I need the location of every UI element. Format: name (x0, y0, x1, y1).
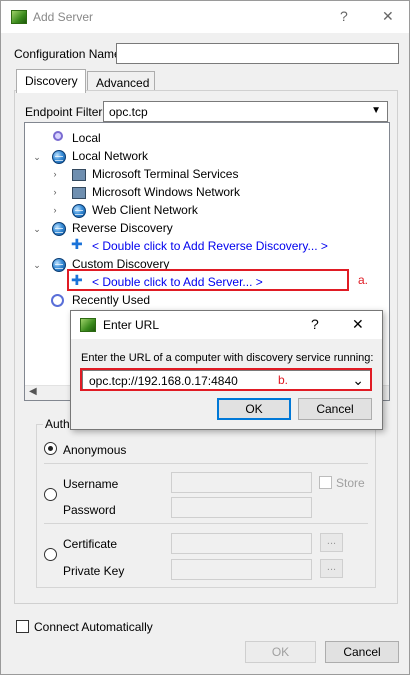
search-icon (53, 131, 63, 141)
tree-item-ms-terminal[interactable]: Microsoft Terminal Services (92, 167, 238, 185)
tab-discovery[interactable]: Discovery (16, 69, 86, 93)
store-checkbox[interactable] (319, 476, 332, 489)
username-radio[interactable] (44, 488, 57, 501)
expand-icon[interactable]: › (50, 205, 60, 215)
tree-item-web-client[interactable]: Web Client Network (92, 203, 198, 221)
title-bar: Add Server ? ✕ (1, 1, 409, 33)
computer-icon (72, 187, 86, 199)
app-icon (80, 318, 96, 332)
connect-automatically-label: Connect Automatically (34, 620, 153, 634)
enter-url-ok-button[interactable]: OK (217, 398, 291, 420)
window-title: Add Server (33, 10, 94, 24)
globe-icon (52, 150, 66, 164)
username-input[interactable] (171, 472, 312, 493)
enter-url-title-bar: Enter URL ? ✕ (71, 311, 382, 339)
cancel-button[interactable]: Cancel (325, 641, 399, 663)
close-button[interactable]: ✕ (382, 8, 394, 25)
annotation-box-a (67, 269, 349, 291)
config-name-input[interactable] (116, 43, 399, 64)
private-key-input[interactable] (171, 559, 312, 580)
collapse-icon[interactable]: ⌄ (32, 260, 42, 271)
enter-url-cancel-button[interactable]: Cancel (298, 398, 372, 420)
collapse-icon[interactable]: ⌄ (32, 152, 42, 163)
globe-icon (72, 204, 86, 218)
collapse-icon[interactable]: ⌄ (32, 224, 42, 235)
config-name-label: Configuration Name (14, 47, 121, 61)
connect-automatically-checkbox[interactable] (16, 620, 29, 633)
scroll-left-icon[interactable]: ◀ (29, 386, 37, 397)
certificate-input[interactable] (171, 533, 312, 554)
globe-icon (52, 222, 66, 236)
private-key-label: Private Key (63, 564, 125, 578)
app-icon (11, 10, 27, 24)
ok-button[interactable]: OK (245, 641, 316, 663)
endpoint-filter-label: Endpoint Filter: (25, 105, 106, 119)
annotation-box-b (80, 368, 372, 391)
store-label: Store (336, 476, 365, 490)
tree-item-local[interactable]: Local (72, 131, 101, 149)
anonymous-label: Anonymous (63, 443, 127, 457)
username-label: Username (63, 477, 119, 491)
annotation-label-a: a. (358, 273, 369, 287)
tree-item-add-reverse[interactable]: < Double click to Add Reverse Discovery.… (92, 239, 328, 257)
anonymous-radio[interactable] (44, 442, 57, 455)
expand-icon[interactable]: › (50, 187, 60, 197)
clock-icon (51, 294, 64, 307)
divider (44, 523, 368, 524)
tree-item-ms-windows[interactable]: Microsoft Windows Network (92, 185, 240, 203)
tree-item-local-network[interactable]: Local Network (72, 149, 148, 167)
expand-icon[interactable]: › (50, 169, 60, 179)
tree-item-reverse-discovery[interactable]: Reverse Discovery (72, 221, 173, 239)
password-input[interactable] (171, 497, 312, 518)
certificate-label: Certificate (63, 537, 118, 551)
tree-item-recently-used[interactable]: Recently Used (72, 293, 150, 311)
globe-icon (52, 258, 66, 272)
enter-url-title: Enter URL (103, 318, 160, 332)
password-label: Password (63, 503, 116, 517)
dropdown-arrow-icon: ▼ (371, 105, 381, 116)
certificate-browse-button[interactable]: ... (320, 533, 343, 552)
endpoint-filter-value: opc.tcp (109, 105, 148, 119)
enter-url-prompt: Enter the URL of a computer with discove… (81, 352, 374, 364)
help-button[interactable]: ? (340, 8, 348, 24)
endpoint-filter-select[interactable]: opc.tcp ▼ (103, 101, 388, 122)
annotation-label-b: b. (278, 373, 289, 387)
enter-url-close-button[interactable]: ✕ (352, 316, 364, 333)
certificate-radio[interactable] (44, 548, 57, 561)
enter-url-help-button[interactable]: ? (311, 316, 319, 332)
private-key-browse-button[interactable]: ... (320, 559, 343, 578)
computer-icon (72, 169, 86, 181)
divider (44, 463, 368, 464)
plus-icon: ✚ (71, 236, 83, 252)
